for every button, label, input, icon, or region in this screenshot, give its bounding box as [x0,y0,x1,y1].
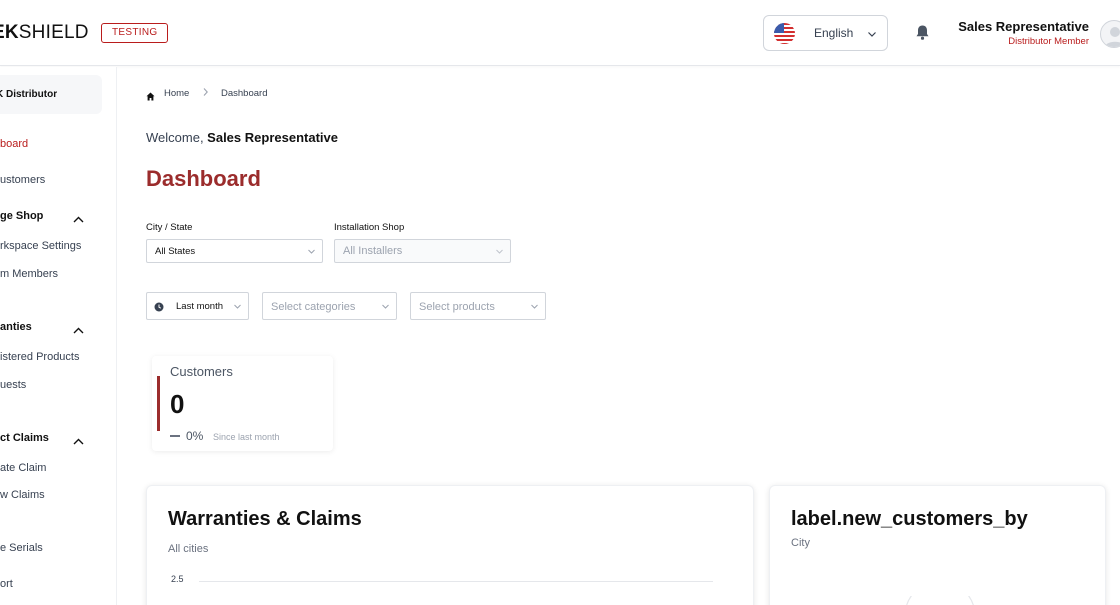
chevron-up-icon[interactable] [73,322,84,340]
new-customers-card: label.new_customers_by City [769,485,1106,605]
main-content: Home Dashboard Welcome, Sales Representa… [118,67,1120,605]
organization-switcher[interactable]: K Distributor [0,75,102,114]
sidebar-item-customers[interactable]: ustomers [0,174,45,186]
sidebar-item-support[interactable]: ort [0,578,13,590]
sidebar-group-product-claims[interactable]: ct Claims [0,432,49,444]
city-state-label: City / State [146,222,193,233]
products-select[interactable]: Select products [410,292,546,320]
chevron-down-icon [530,302,539,314]
chevron-down-icon [495,247,504,259]
notification-bell-icon[interactable] [914,24,931,46]
chevron-right-icon [202,87,209,100]
user-name[interactable]: Sales Representative [958,19,1089,34]
home-icon[interactable] [146,88,155,106]
sidebar-item-registered-products[interactable]: istered Products [0,351,79,363]
chevron-down-icon [867,26,877,44]
card-subtitle: City [791,537,810,549]
customers-stat-card: Customers 0 0% Since last month [152,356,333,451]
us-flag-icon [774,23,795,44]
neutral-trend-icon [170,435,180,437]
donut-chart-edge [906,596,974,605]
sidebar-item-serials[interactable]: e Serials [0,542,43,554]
chart-gridline [199,581,713,582]
stat-change: 0% [186,429,204,443]
installation-shop-select[interactable]: All Installers [334,239,511,263]
card-title: Warranties & Claims [168,508,362,530]
top-header: EKSHIELD TESTING English Sales Represent… [0,0,1120,66]
breadcrumb-home[interactable]: Home [164,88,189,99]
sidebar-item-dashboard[interactable]: board [0,138,28,150]
card-subtitle: All cities [168,543,209,555]
sidebar: K Distributor board ustomers ge Shop rks… [0,67,117,605]
stat-value: 0 [170,389,185,419]
accent-bar [157,376,160,431]
installation-shop-label: Installation Shop [334,222,405,233]
period-select[interactable]: Last month [146,292,249,320]
sidebar-item-team-members[interactable]: m Members [0,268,58,280]
chevron-up-icon[interactable] [73,433,84,451]
sidebar-group-manage-shop[interactable]: ge Shop [0,210,43,222]
stat-since: Since last month [213,432,280,442]
chevron-down-icon [233,302,242,314]
page-title: Dashboard [146,166,261,191]
sidebar-item-view-claims[interactable]: w Claims [0,489,45,501]
language-label: English [814,26,854,40]
sidebar-item-requests[interactable]: uests [0,379,26,391]
chevron-down-icon [307,247,316,259]
warranties-claims-card: Warranties & Claims All cities 2.5 [146,485,754,605]
stat-label: Customers [170,364,233,379]
language-selector[interactable]: English [763,15,888,51]
welcome-message: Welcome, Sales Representative [146,130,338,145]
chevron-down-icon [381,302,390,314]
breadcrumb-current: Dashboard [221,88,268,99]
chevron-up-icon[interactable] [73,211,84,229]
card-title: label.new_customers_by [791,508,1028,530]
avatar[interactable] [1100,20,1120,48]
brand-logo[interactable]: EKSHIELD [0,22,89,44]
user-role: Distributor Member [1008,36,1089,47]
sidebar-item-create-claim[interactable]: ate Claim [0,462,46,474]
y-axis-tick: 2.5 [171,574,184,584]
environment-badge: TESTING [101,23,169,43]
city-state-select[interactable]: All States [146,239,323,263]
sidebar-group-warranties[interactable]: anties [0,321,32,333]
sidebar-item-workspace-settings[interactable]: rkspace Settings [0,240,81,252]
organization-name: K Distributor [0,89,58,100]
categories-select[interactable]: Select categories [262,292,397,320]
clock-icon [154,302,164,315]
